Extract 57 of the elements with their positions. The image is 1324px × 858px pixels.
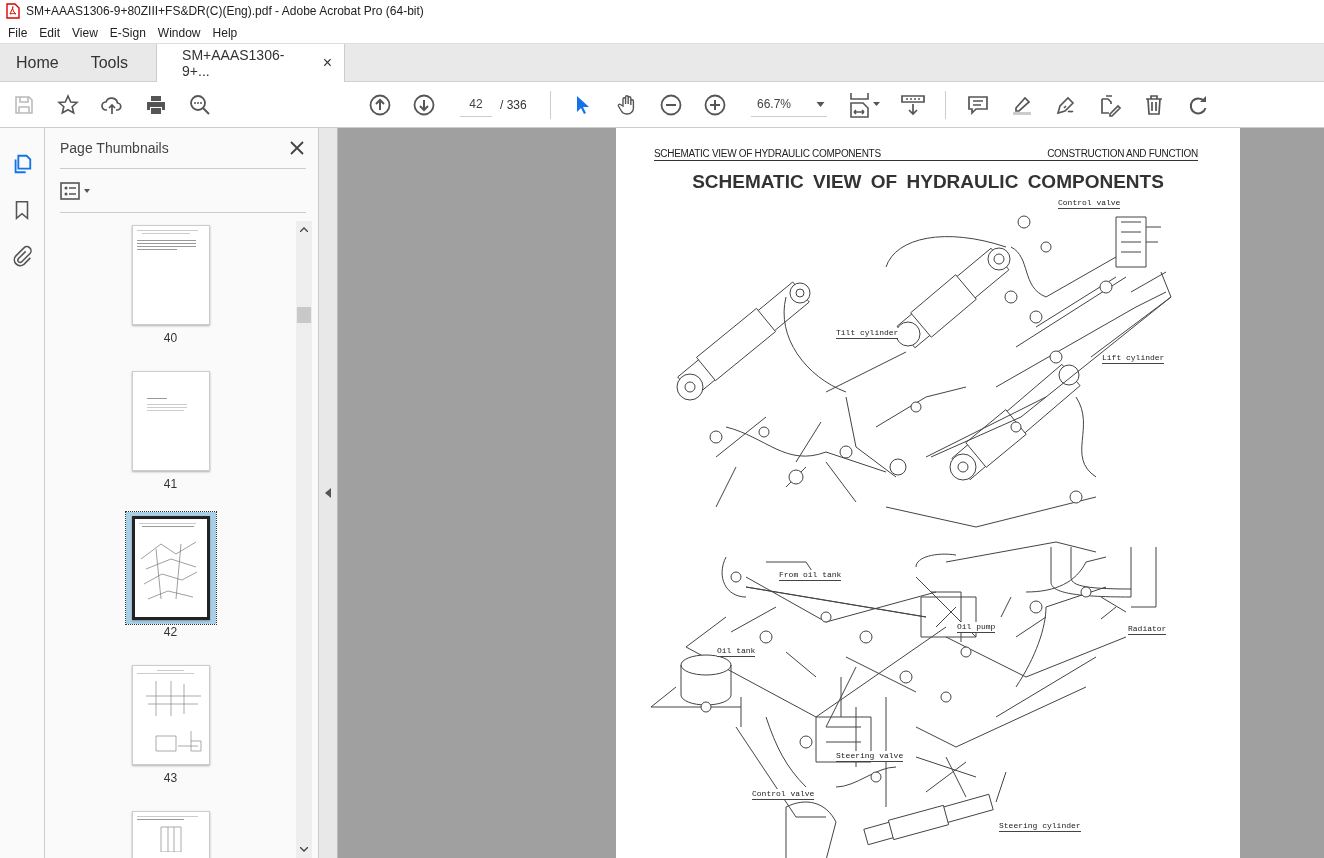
section-header: CONSTRUCTION AND FUNCTION (1047, 148, 1198, 159)
window-title: SM+AAAS1306-9+80ZIII+FS&DR(C)(Eng).pdf - Adobe Acrobat Pro (64-bit) (26, 4, 424, 18)
panel-collapse-handle[interactable] (319, 128, 338, 858)
menu-item[interactable]: View (66, 25, 104, 40)
scroll-mode-icon (900, 92, 926, 117)
nav-tab[interactable]: Home (0, 44, 75, 81)
callout-label: Oil tank (717, 646, 756, 657)
zoom-out-icon (659, 92, 683, 117)
edit-document-icon (1098, 92, 1122, 117)
callout-label: Control valve (752, 789, 815, 800)
zoom-dropdown[interactable]: 66.7% (751, 92, 827, 117)
callout-label: Control valve (1058, 198, 1121, 209)
page-number: 41 (163, 477, 178, 491)
callout-label: Steering cylinder (999, 821, 1081, 832)
caret-icon (816, 101, 825, 107)
thumbnail-options-button[interactable] (60, 181, 90, 200)
nav-tab[interactable]: Tools (74, 44, 145, 81)
options-icon (60, 181, 90, 200)
page-number: 40 (163, 331, 178, 345)
page-thumbnail[interactable] (125, 512, 216, 624)
page-thumbnail[interactable] (131, 225, 210, 325)
arrow-up-icon (368, 92, 392, 117)
scrollbar-thumb[interactable] (297, 307, 311, 323)
document-tab[interactable]: SM+AAAS1306-9+... × (156, 44, 346, 82)
menu-item[interactable]: Help (206, 25, 244, 40)
star-icon (56, 92, 80, 117)
menu-item[interactable]: File (2, 25, 34, 40)
callout-label: Steering valve (836, 751, 904, 762)
callout-label: Lift cylinder (1102, 353, 1165, 364)
scrollbar[interactable] (296, 221, 312, 858)
page-thumbnail[interactable] (131, 665, 210, 765)
close-icon (290, 141, 304, 155)
close-button[interactable] (288, 139, 306, 157)
menu-item[interactable]: Window (151, 25, 207, 40)
page-number: 42 (163, 625, 178, 639)
callout-label: Oil pump (957, 622, 996, 633)
pdf-file-icon (6, 3, 20, 19)
running-header: SCHEMATIC VIEW OF HYDRAULIC COMPONENTS (654, 148, 881, 159)
fit-page-icon (848, 91, 882, 118)
zoom-in-icon (703, 92, 727, 117)
scroll-down-icon[interactable] (300, 847, 308, 852)
search-icon (188, 92, 212, 117)
scroll-up-icon[interactable] (300, 227, 308, 232)
panel-title: Page Thumbnails (60, 140, 169, 156)
page-title: SCHEMATIC VIEW OF HYDRAULIC COMPONENTS (691, 171, 1165, 193)
callout-label: Tilt cylinder (836, 328, 899, 339)
page-thumbnail[interactable] (131, 371, 210, 471)
menu-item[interactable]: E-Sign (103, 25, 152, 40)
page-number: 43 (163, 771, 178, 785)
collapse-arrow-icon (325, 488, 331, 498)
close-tab-button[interactable]: × (322, 54, 333, 72)
arrow-down-icon (412, 92, 436, 117)
menu-item[interactable]: Edit (33, 25, 67, 40)
page-count: / 336 (500, 97, 528, 112)
callout-label: Radiator (1128, 624, 1167, 635)
paperclip-icon (11, 245, 33, 267)
callout-label: From oil tank (779, 570, 842, 581)
